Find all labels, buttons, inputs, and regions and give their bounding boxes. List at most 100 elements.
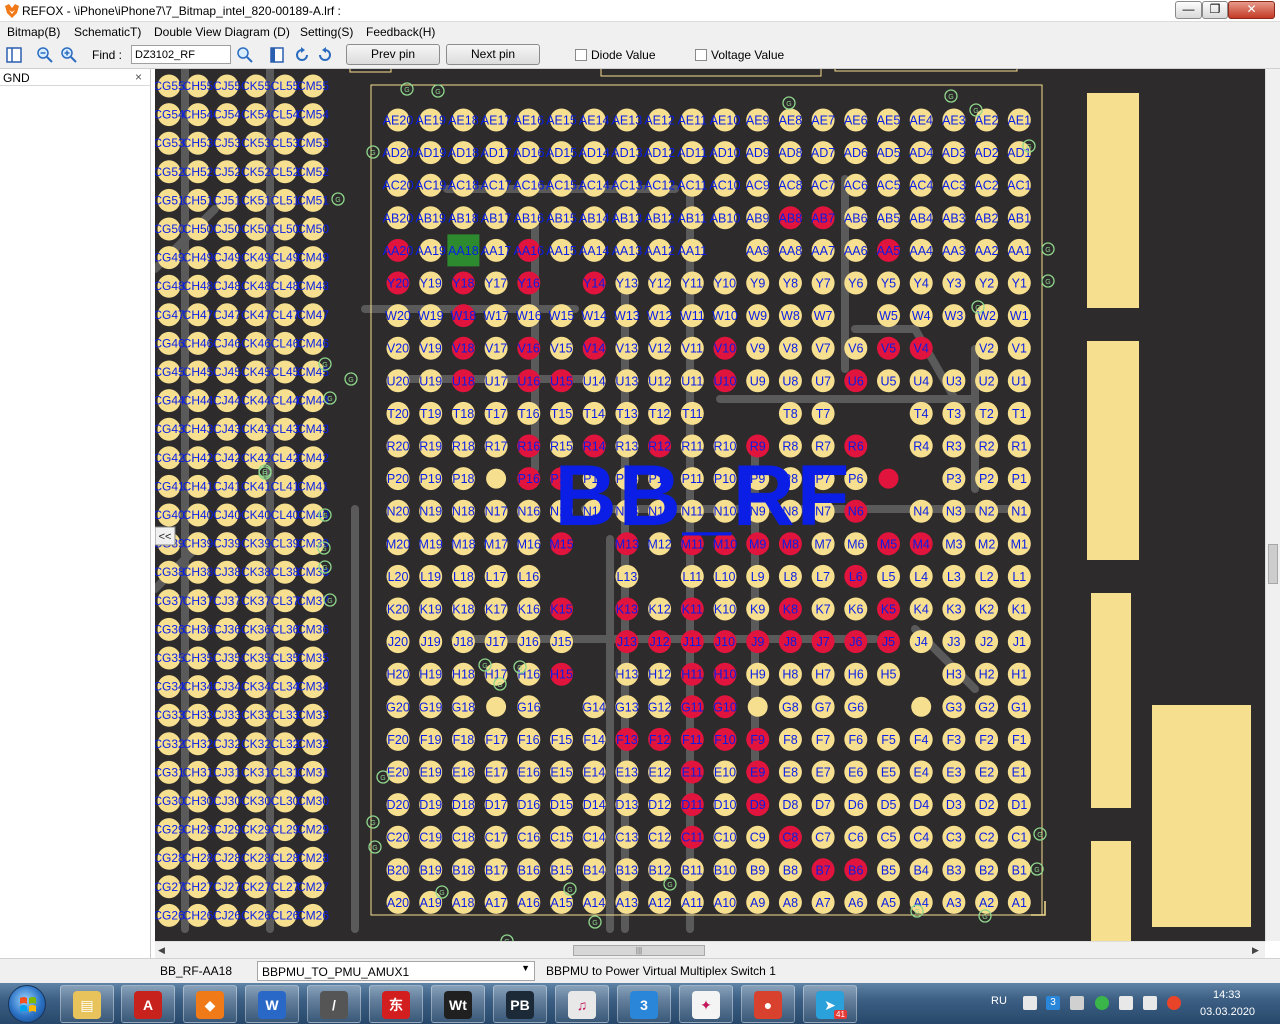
bga-pin-label: C8 (782, 831, 798, 845)
prev-pin-button[interactable]: Prev pin (346, 44, 440, 65)
status-bar: BB_RF-AA18 BBPMU_TO_PMU_AMUX1 ▼ BBPMU to… (0, 958, 1280, 983)
selected-pin-name: BB_RF-AA18 (160, 964, 233, 978)
rotate-right-icon[interactable] (293, 46, 311, 64)
panel-toggle-icon[interactable] (5, 46, 23, 64)
taskbar-app-telegram[interactable]: ➤ 41 (803, 985, 857, 1023)
taskbar-app-itunes[interactable]: ♫ (555, 985, 609, 1023)
chevron-down-icon[interactable]: ▼ (521, 963, 530, 973)
taskbar-app-app-wt[interactable]: Wt (431, 985, 485, 1023)
bga-pin-label: E8 (783, 766, 798, 780)
bga-pin-label: P20 (387, 472, 409, 486)
bga-pin-label: W12 (647, 309, 673, 323)
zoom-in-icon[interactable] (60, 46, 78, 64)
side-panel-close-icon[interactable]: × (135, 70, 142, 84)
test-point-via-label: G (321, 546, 326, 553)
left-pin-label: CM48 (297, 279, 329, 293)
voltage-value-checkbox[interactable] (695, 49, 707, 61)
security-shield-icon[interactable] (1095, 996, 1109, 1010)
taskbar-app-chrome[interactable]: ● (741, 985, 795, 1023)
bga-pin-label: V13 (616, 342, 638, 356)
bga-pin-label: AD3 (942, 146, 966, 160)
taskbar-app-app-3[interactable]: 3 (617, 985, 671, 1023)
clock-date[interactable]: 03.03.2020 (1200, 1006, 1255, 1018)
bga-pin-label: AC14 (579, 179, 610, 193)
test-point-via-label: G (497, 682, 502, 689)
next-pin-button[interactable]: Next pin (446, 44, 540, 65)
bga-pin-label: AD11 (677, 146, 707, 160)
bga-pin-label: C5 (881, 831, 897, 845)
taskbar-app-app-star[interactable]: ✦ (679, 985, 733, 1023)
bga-pin-label: C16 (517, 831, 540, 845)
board-view[interactable]: CG55 CH55 CJ55 CK55 CL55 CM55 CG54 CH54 CJ54 CK54… (155, 69, 1265, 941)
menu-double-view[interactable]: Double View Diagram (D) (154, 25, 290, 39)
taskbar-app-app-blue-red[interactable]: W (245, 985, 299, 1023)
taskbar-app-app-pb[interactable]: PB (493, 985, 547, 1023)
test-point-via-label: G (982, 914, 987, 921)
bga-pin-label: AA2 (975, 244, 999, 258)
bga-pin-label: AD20 (382, 146, 413, 160)
net-name-dropdown[interactable]: BBPMU_TO_PMU_AMUX1 ▼ (257, 961, 535, 981)
test-point-via-label: G (262, 469, 267, 476)
bga-pin-label: D19 (419, 798, 442, 812)
menu-bitmap[interactable]: Bitmap(B) (7, 25, 60, 39)
left-pin-label: CG28 (155, 851, 185, 865)
scroll-right-arrow-icon[interactable]: ▶ (1252, 945, 1259, 956)
vertical-scrollbar[interactable] (1265, 69, 1280, 941)
test-point-via-label: G (786, 101, 791, 108)
board-canvas[interactable]: CG55CH55 CJ55 CK55 CL55CM55 CG54CH54 CJ54 CK54… (155, 69, 1265, 941)
minimize-button[interactable]: — (1175, 1, 1202, 19)
taskbar-app-app-dongzi[interactable]: 东 (369, 985, 423, 1023)
bga-pin-label: W17 (483, 309, 509, 323)
bga-pin-label: L17 (486, 570, 507, 584)
scroll-left-arrow-icon[interactable]: ◀ (158, 945, 165, 956)
layout-icon[interactable] (268, 46, 286, 64)
taskbar-app-acrobat[interactable]: A (121, 985, 175, 1023)
action-center-flag-icon[interactable] (1143, 996, 1157, 1010)
bga-pin-label: W10 (712, 309, 738, 323)
test-point-via-label: G (370, 150, 375, 157)
menu-setting[interactable]: Setting(S) (300, 25, 353, 39)
bga-pin-label: K4 (914, 603, 929, 617)
start-button[interactable] (8, 985, 46, 1023)
bga-pin-label: AD4 (909, 146, 933, 160)
bga-pin-label: AE20 (383, 114, 414, 128)
close-button[interactable]: ✕ (1228, 1, 1275, 19)
left-pin-label: CH31 (183, 765, 214, 779)
taskbar-app-app-pen[interactable]: / (307, 985, 361, 1023)
bga-pin-label: U17 (485, 374, 508, 388)
bga-pin-label: H12 (648, 668, 671, 682)
bga-pin-label: AC1 (1007, 179, 1031, 193)
diode-value-checkbox[interactable] (575, 49, 587, 61)
tray-app-icon[interactable] (1167, 996, 1181, 1010)
horizontal-scrollbar[interactable]: ◀ ||| ▶ (155, 941, 1265, 958)
left-pin-label: CJ43 (213, 422, 241, 436)
clock-time[interactable]: 14:33 (1213, 989, 1241, 1001)
menu-feedback[interactable]: Feedback(H) (366, 25, 435, 39)
left-pin-label: CH49 (183, 251, 214, 265)
toolbar: Find : Prev pin Next pin Diode Value Vol… (0, 42, 1280, 69)
horizontal-scroll-thumb[interactable]: ||| (573, 945, 705, 956)
bga-pin-label: U10 (714, 374, 737, 388)
left-pin-label: CM49 (297, 251, 329, 265)
zoom-out-icon[interactable] (36, 46, 54, 64)
tray-monitor-icon[interactable] (1023, 996, 1037, 1010)
bga-pin-label: AB14 (579, 211, 610, 225)
bga-pin-label: T20 (387, 407, 409, 421)
taskbar-app-explorer[interactable]: ▤ (60, 985, 114, 1023)
rotate-left-icon[interactable] (316, 46, 334, 64)
tray-badge-icon[interactable]: 3 (1046, 996, 1060, 1010)
find-input[interactable] (131, 45, 231, 64)
taskbar-app-refox[interactable]: ◆ (183, 985, 237, 1023)
network-signal-icon[interactable] (1119, 996, 1133, 1010)
restore-button[interactable]: ❐ (1202, 1, 1228, 19)
menu-schematic[interactable]: SchematicT) (74, 25, 141, 39)
left-pin-label: CM50 (297, 222, 329, 236)
search-icon[interactable] (236, 46, 254, 64)
bga-pin-label: A16 (518, 896, 540, 910)
vertical-scroll-thumb[interactable] (1268, 544, 1278, 584)
test-point-via-label: G (322, 565, 327, 572)
bga-pin-label: AC8 (778, 179, 802, 193)
speaker-icon[interactable] (1070, 996, 1084, 1010)
language-indicator[interactable]: RU (991, 995, 1007, 1007)
test-point-via-label: G (482, 663, 487, 670)
